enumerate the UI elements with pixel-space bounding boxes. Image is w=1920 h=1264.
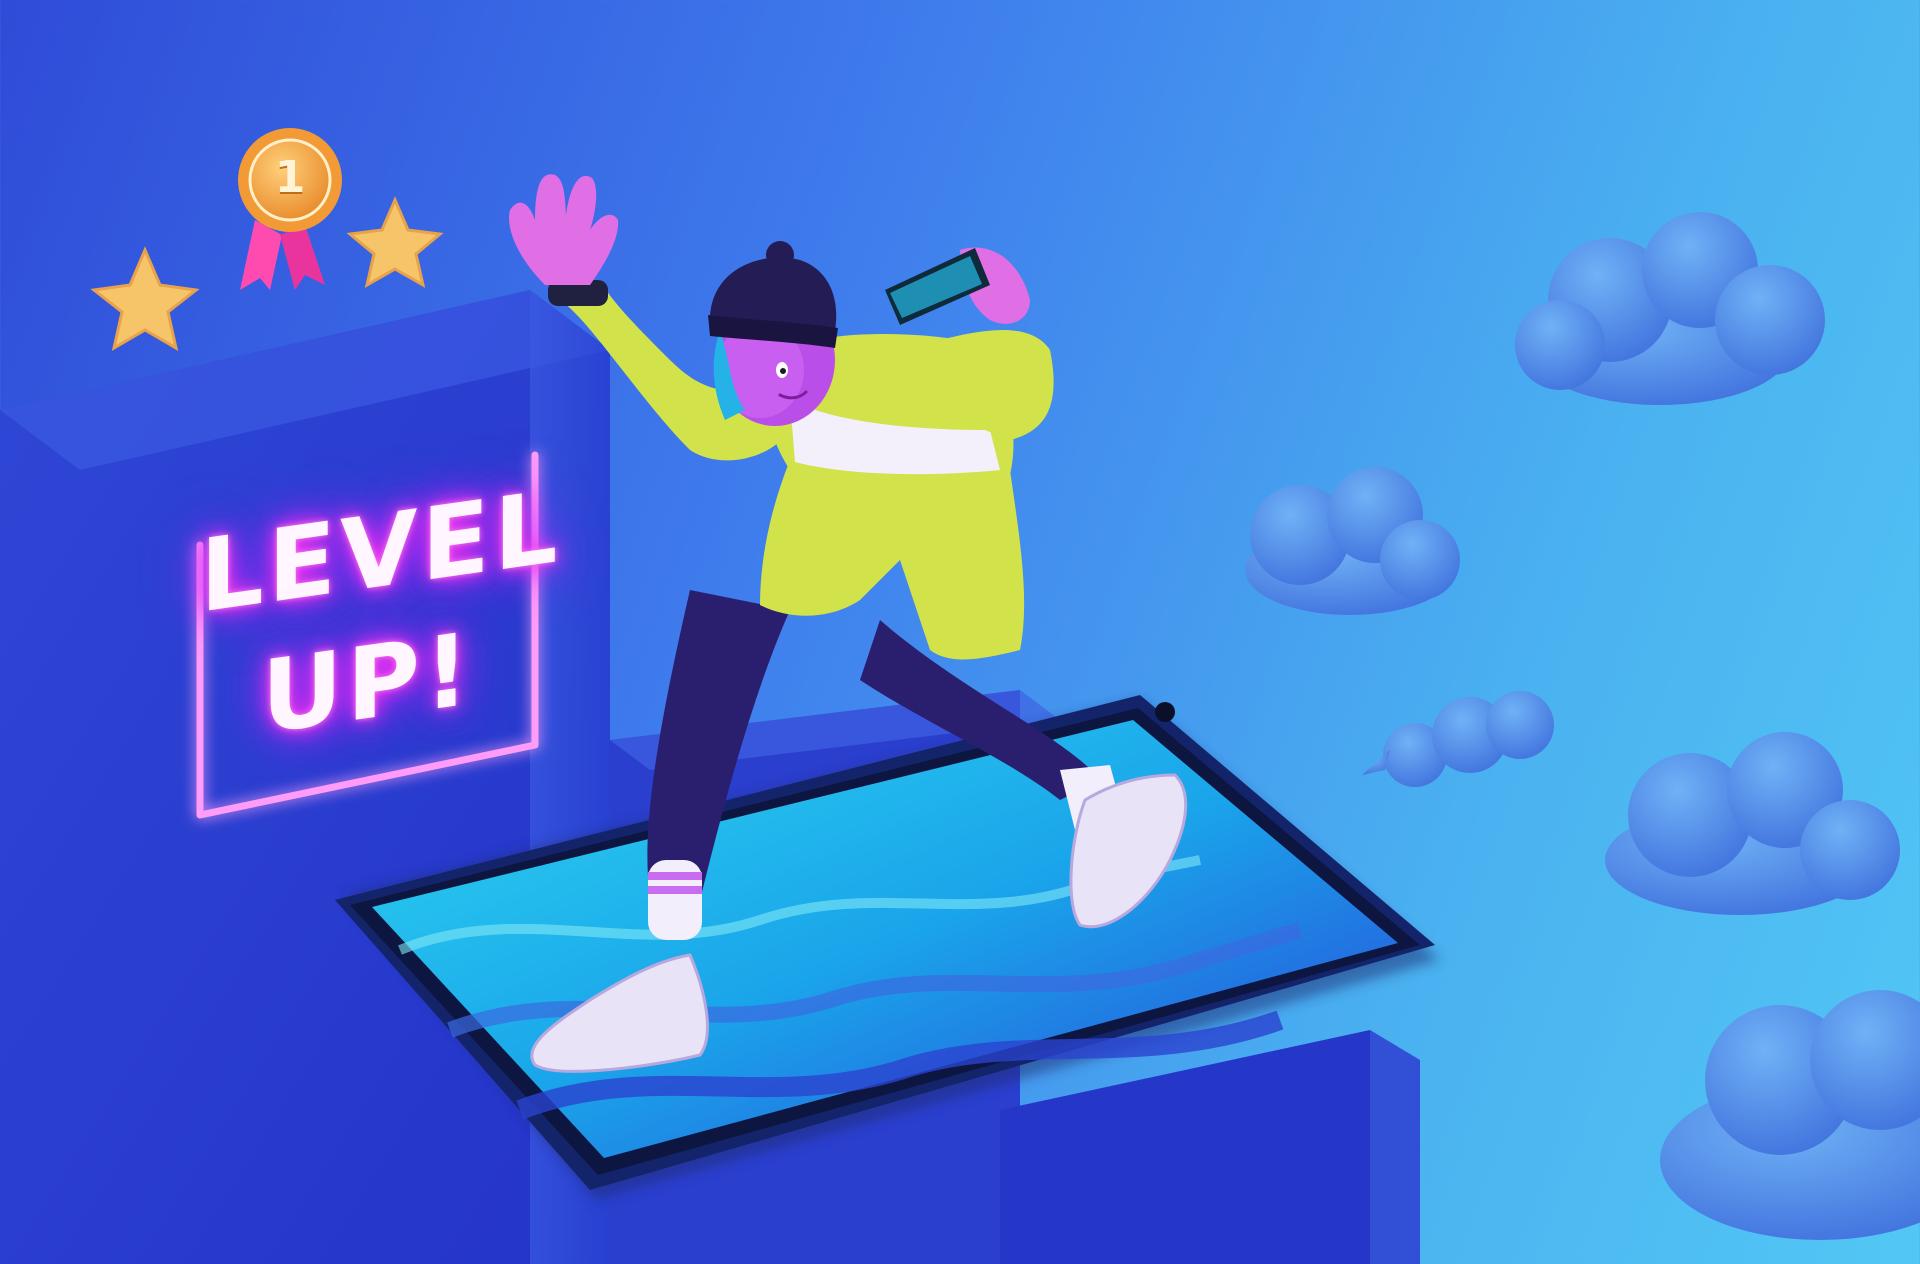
cloud-middle <box>1245 467 1460 615</box>
star-right-icon <box>346 196 444 288</box>
neon-level-up-sign: LEVEL UP! <box>200 455 561 815</box>
cloud-bottom-right <box>1660 990 1920 1240</box>
cloud-small-puffs <box>1362 691 1554 787</box>
cloud-right <box>1605 732 1900 915</box>
scene: LEVEL UP! 1 <box>0 0 1920 1264</box>
medal-number: 1 <box>274 152 306 203</box>
cloud-top-right <box>1515 212 1825 405</box>
star-left-icon <box>90 246 200 352</box>
